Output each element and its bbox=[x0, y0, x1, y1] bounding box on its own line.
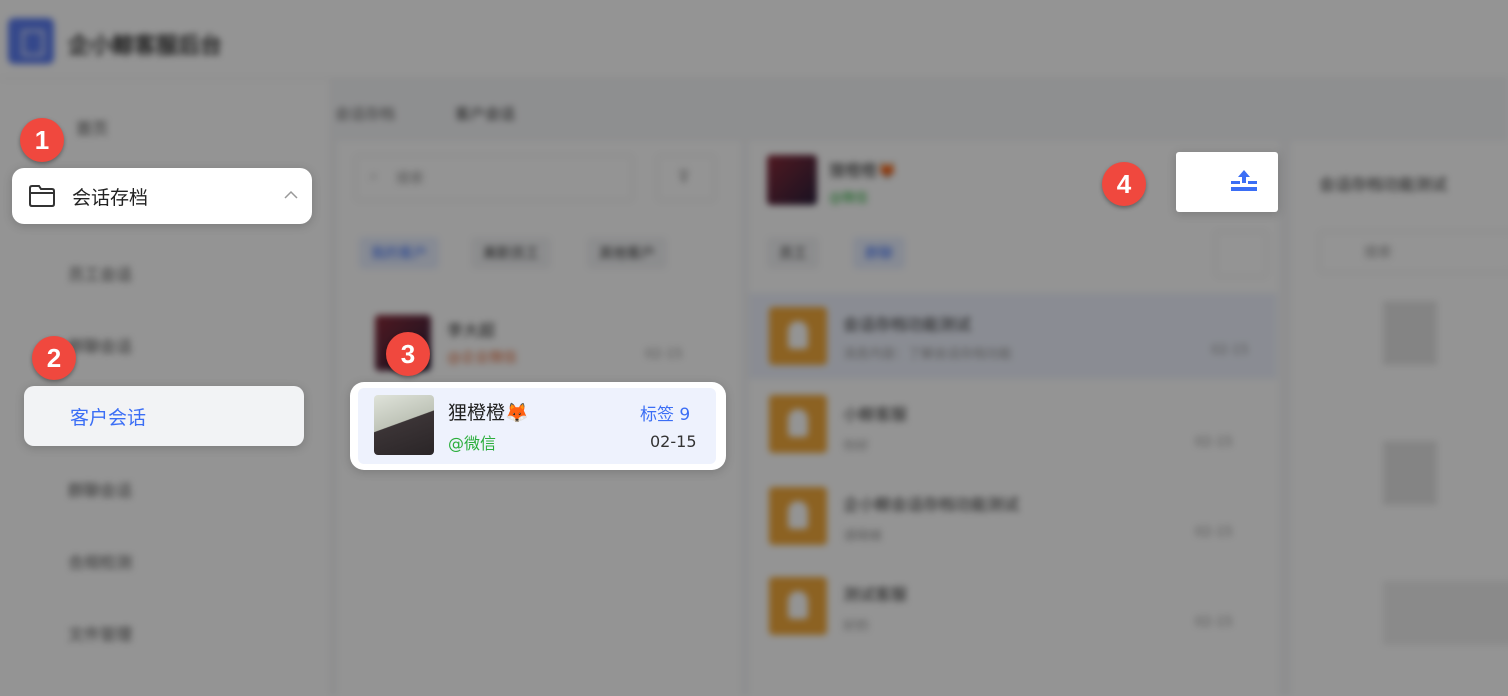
detail-title: 会话存档功能测试 bbox=[1319, 175, 1448, 194]
sidebar-item-home[interactable]: 首页 bbox=[76, 115, 108, 139]
tab-departed-staff[interactable]: 离职员工 bbox=[471, 237, 551, 269]
message-image bbox=[1383, 301, 1437, 365]
filter-icon: ⊽ bbox=[678, 167, 690, 186]
avatar bbox=[769, 487, 827, 545]
step-badge-3: 3 bbox=[386, 332, 430, 376]
last-time: 02-15 bbox=[650, 432, 697, 451]
tag-count[interactable]: 标签 9 bbox=[640, 400, 690, 425]
conversation-panel: 狸橙橙🦊 @微信 员工 群聊 会话存档功能测试 消息内容：了解会话存档功能 02… bbox=[749, 141, 1279, 696]
avatar bbox=[374, 395, 434, 455]
background-layer: 企小鲸客服后台 首页 员工会话 群聊会话 群聊会话 合规检测 文件管理 会话存档… bbox=[0, 0, 1508, 696]
tab-staff[interactable]: 员工 bbox=[767, 237, 819, 269]
customer-card-highlight: 狸橙橙🦊 标签 9 @微信 02-15 bbox=[350, 382, 726, 470]
conversation-item[interactable]: 小鲸客服 你好 02-15 bbox=[749, 379, 1277, 469]
chevron-up-icon[interactable] bbox=[284, 190, 298, 200]
tab-groups[interactable]: 群聊 bbox=[853, 237, 905, 269]
conversation-item[interactable]: 会话存档功能测试 消息内容：了解会话存档功能 02-15 bbox=[749, 293, 1277, 379]
detail-panel: 会话存档功能测试 搜索 bbox=[1291, 141, 1508, 696]
sidebar-item-group-chat[interactable]: 群聊会话 bbox=[68, 333, 132, 357]
avatar bbox=[769, 307, 827, 365]
customer-name: 狸橙橙🦊 bbox=[448, 402, 529, 424]
step-badge-1: 1 bbox=[20, 118, 64, 162]
tab-my-customers[interactable]: 我的客户 bbox=[359, 237, 439, 269]
conversation-item[interactable]: 企小鲸会话存档功能测试 请稍候 02-15 bbox=[749, 469, 1277, 559]
tab-other-customers[interactable]: 其他客户 bbox=[587, 237, 667, 269]
message-image bbox=[1383, 441, 1437, 505]
breadcrumb-current: 客户会话 bbox=[455, 105, 516, 123]
avatar bbox=[767, 155, 817, 205]
filter-button[interactable]: ⊽ bbox=[657, 155, 715, 201]
search-icon: ⌕ bbox=[370, 168, 378, 184]
top-bar: 企小鲸客服后台 bbox=[0, 0, 1508, 79]
sidebar-item-label: 会话存档 bbox=[72, 187, 149, 209]
conversation-item[interactable]: 测试客服 好的 02-15 bbox=[749, 559, 1277, 649]
sidebar-item-group-session[interactable]: 群聊会话 bbox=[68, 477, 132, 501]
sidebar-item-staff-chat[interactable]: 员工会话 bbox=[68, 261, 132, 285]
detail-search-input[interactable]: 搜索 bbox=[1319, 231, 1508, 273]
customer-search-input[interactable]: ⌕ 搜索 bbox=[355, 155, 633, 201]
app-logo bbox=[8, 18, 54, 64]
avatar bbox=[769, 395, 827, 453]
conversation-search-button[interactable] bbox=[1215, 231, 1267, 277]
sidebar-item-files[interactable]: 文件管理 bbox=[68, 621, 132, 645]
step-badge-2: 2 bbox=[32, 336, 76, 380]
avatar bbox=[769, 577, 827, 635]
sidebar-item-session-archive[interactable]: 会话存档 bbox=[12, 168, 312, 224]
sidebar-item-label: 客户会话 bbox=[70, 407, 147, 429]
export-button[interactable] bbox=[1176, 152, 1278, 212]
sidebar-item-compliance[interactable]: 合规检测 bbox=[68, 549, 132, 573]
customer-list-item[interactable]: 狸橙橙🦊 标签 9 @微信 02-15 bbox=[358, 388, 716, 464]
export-upload-icon bbox=[1231, 170, 1257, 191]
message-bubble bbox=[1383, 581, 1508, 645]
step-badge-4: 4 bbox=[1102, 162, 1146, 206]
customer-source: @微信 bbox=[448, 434, 497, 453]
sidebar-item-customer-chat[interactable]: 客户会话 bbox=[24, 386, 304, 446]
breadcrumb-parent[interactable]: 会话存档 bbox=[335, 103, 395, 124]
folder-icon bbox=[29, 185, 55, 207]
app-title: 企小鲸客服后台 bbox=[68, 34, 223, 59]
